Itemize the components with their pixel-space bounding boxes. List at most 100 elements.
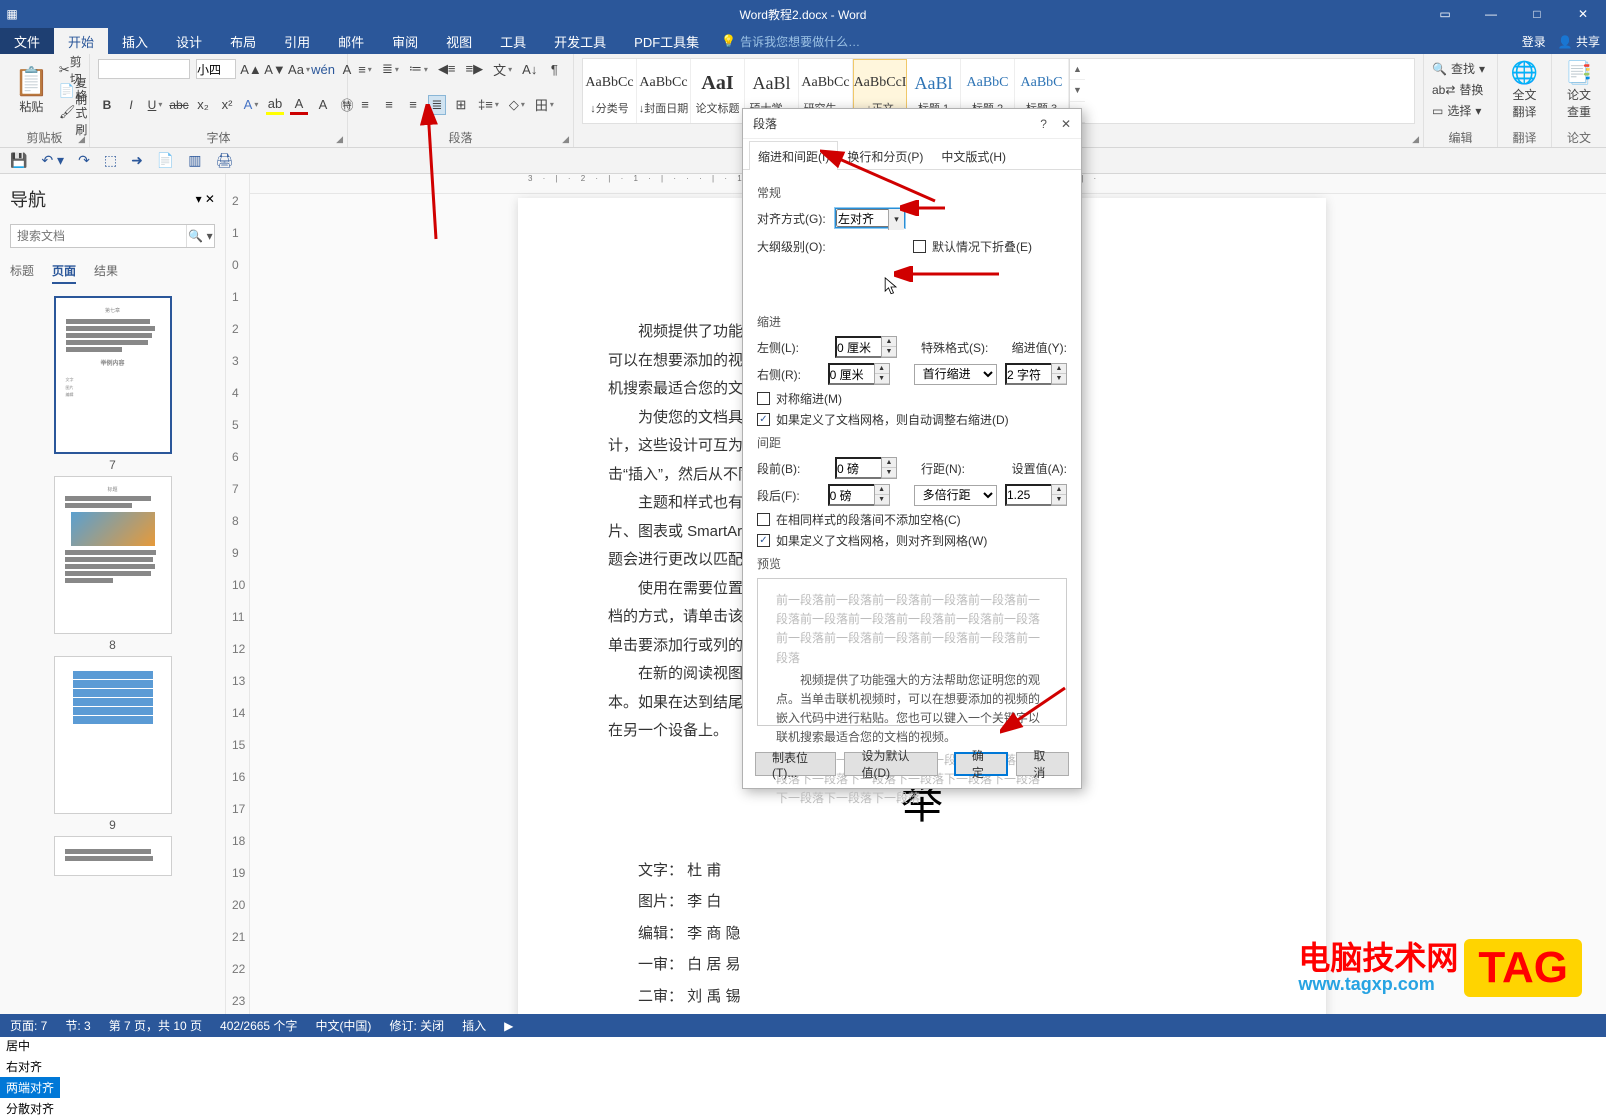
qat-redo-icon[interactable]: ↷ bbox=[78, 152, 90, 169]
indent-value-spinner[interactable]: ▲▼ bbox=[1005, 363, 1067, 385]
highlight-icon[interactable]: ab bbox=[266, 95, 284, 115]
paste-button[interactable]: 📋粘贴 bbox=[8, 58, 55, 124]
status-page-of[interactable]: 第 7 页，共 10 页 bbox=[109, 1017, 202, 1034]
nav-search-input[interactable] bbox=[11, 225, 186, 247]
decrease-indent-icon[interactable]: ◀≡ bbox=[436, 59, 458, 79]
sort-icon[interactable]: A↓ bbox=[520, 59, 539, 79]
auto-adjust-indent-checkbox[interactable]: ✓如果定义了文档网格，则自动调整右缩进(D) bbox=[757, 411, 1067, 428]
cancel-button[interactable]: 取消 bbox=[1016, 752, 1069, 776]
increase-indent-icon[interactable]: ≡▶ bbox=[464, 59, 486, 79]
borders-icon[interactable]: 田▾ bbox=[533, 95, 556, 115]
style-item[interactable]: AaI论文标题 bbox=[691, 59, 745, 123]
set-value-spinner[interactable]: ▲▼ bbox=[1005, 484, 1067, 506]
subscript-button[interactable]: x₂ bbox=[194, 95, 212, 115]
page-thumbnail-9[interactable] bbox=[54, 656, 172, 814]
tab-review[interactable]: 审阅 bbox=[378, 28, 432, 54]
tell-me-search[interactable]: 💡告诉我您想要做什么… bbox=[721, 28, 860, 54]
select-button[interactable]: ▭ 选择 ▾ bbox=[1432, 100, 1489, 121]
left-indent-spinner[interactable]: ▲▼ bbox=[835, 336, 897, 358]
body-text[interactable]: 编辑： 李 商 隐 bbox=[638, 918, 1236, 950]
body-text[interactable]: 文字： 杜 甫 bbox=[638, 855, 1236, 887]
dialog-tab-asian[interactable]: 中文版式(H) bbox=[932, 141, 1015, 170]
asian-layout-icon[interactable]: 文▾ bbox=[491, 59, 514, 79]
paragraph-launcher-icon[interactable]: ◢ bbox=[562, 134, 569, 145]
tab-view[interactable]: 视图 bbox=[432, 28, 486, 54]
tab-tools[interactable]: 工具 bbox=[486, 28, 540, 54]
qat-print-icon[interactable]: 🖨 bbox=[215, 152, 233, 169]
nav-dropdown-icon[interactable]: ▾ ✕ bbox=[196, 192, 215, 206]
ribbon-options-icon[interactable]: ▭ bbox=[1422, 0, 1468, 28]
tab-pdf[interactable]: PDF工具集 bbox=[620, 28, 713, 54]
nav-tab-headings[interactable]: 标题 bbox=[10, 262, 34, 284]
dialog-help-icon[interactable]: ? bbox=[1040, 117, 1047, 131]
multilevel-list-icon[interactable]: ≔▾ bbox=[407, 59, 430, 79]
distribute-icon[interactable]: ⊞ bbox=[452, 95, 470, 115]
replace-button[interactable]: ab⇄ 替换 bbox=[1432, 79, 1489, 100]
maximize-button[interactable]: □ bbox=[1514, 0, 1560, 28]
body-text[interactable]: 图片： 李 白 bbox=[638, 886, 1236, 918]
nav-tab-results[interactable]: 结果 bbox=[94, 262, 118, 284]
tab-layout[interactable]: 布局 bbox=[216, 28, 270, 54]
style-item[interactable]: AaBbCc↓分类号 bbox=[583, 59, 637, 123]
special-format-select[interactable]: 首行缩进 bbox=[914, 364, 997, 385]
styles-down-icon[interactable]: ▼ bbox=[1070, 80, 1085, 101]
shading-icon[interactable]: ◇▾ bbox=[507, 95, 527, 115]
ok-button[interactable]: 确定 bbox=[954, 752, 1009, 776]
status-track-changes[interactable]: 修订: 关闭 bbox=[389, 1017, 444, 1034]
page-thumbnail-7[interactable]: 第七章 举例内容 文字图片编辑 bbox=[54, 296, 172, 454]
dialog-close-icon[interactable]: ✕ bbox=[1061, 117, 1071, 131]
status-pages[interactable]: 页面: 7 bbox=[10, 1017, 47, 1034]
close-window-button[interactable]: ✕ bbox=[1560, 0, 1606, 28]
align-center-icon[interactable]: ≡ bbox=[380, 95, 398, 115]
format-painter-button[interactable]: 🖌 格式刷 bbox=[57, 102, 90, 122]
collapse-checkbox[interactable]: 默认情况下折叠(E) bbox=[913, 238, 1032, 255]
status-language[interactable]: 中文(中国) bbox=[315, 1017, 371, 1034]
superscript-button[interactable]: x² bbox=[218, 95, 236, 115]
align-right-icon[interactable]: ≡ bbox=[404, 95, 422, 115]
alignment-option-center[interactable]: 居中 bbox=[0, 1035, 60, 1056]
after-spacing-spinner[interactable]: ▲▼ bbox=[828, 484, 890, 506]
no-space-checkbox[interactable]: 在相同样式的段落间不添加空格(C) bbox=[757, 511, 1067, 528]
nav-tab-pages[interactable]: 页面 bbox=[52, 262, 76, 284]
qat-icon[interactable]: ➜ bbox=[131, 152, 143, 169]
justify-icon[interactable]: ≣ bbox=[428, 95, 446, 115]
page-thumbnail-10[interactable] bbox=[54, 836, 172, 876]
styles-launcher-icon[interactable]: ◢ bbox=[1412, 134, 1419, 145]
clipboard-launcher-icon[interactable]: ◢ bbox=[78, 134, 85, 145]
body-text[interactable]: 一审： 白 居 易 bbox=[638, 949, 1236, 981]
find-button[interactable]: 🔍 查找 ▾ bbox=[1432, 58, 1489, 79]
show-marks-icon[interactable]: ¶ bbox=[545, 59, 563, 79]
status-macro-icon[interactable]: ▶ bbox=[504, 1019, 513, 1033]
change-case-icon[interactable]: Aa▾ bbox=[290, 59, 308, 79]
qat-icon[interactable]: ▥ bbox=[188, 152, 201, 169]
font-name-input[interactable] bbox=[98, 59, 190, 79]
tab-home[interactable]: 开始 bbox=[54, 28, 108, 54]
phonetic-guide-icon[interactable]: wén bbox=[314, 59, 332, 79]
font-color-icon[interactable]: A bbox=[290, 95, 308, 115]
text-effects-icon[interactable]: A▾ bbox=[242, 95, 260, 115]
italic-button[interactable]: I bbox=[122, 95, 140, 115]
tab-references[interactable]: 引用 bbox=[270, 28, 324, 54]
tab-insert[interactable]: 插入 bbox=[108, 28, 162, 54]
tab-file[interactable]: 文件 bbox=[0, 28, 54, 54]
alignment-option-right[interactable]: 右对齐 bbox=[0, 1056, 60, 1077]
before-spacing-spinner[interactable]: ▲▼ bbox=[835, 457, 897, 479]
tabstops-button[interactable]: 制表位(T)... bbox=[755, 752, 836, 776]
underline-button[interactable]: U▾ bbox=[146, 95, 164, 115]
char-shading-icon[interactable]: A bbox=[314, 95, 332, 115]
bullets-icon[interactable]: ≡▾ bbox=[356, 59, 374, 79]
qat-new-icon[interactable]: 📄 bbox=[157, 152, 174, 169]
thesis-check-button[interactable]: 📑论文 查重 bbox=[1560, 58, 1598, 124]
status-word-count[interactable]: 402/2665 个字 bbox=[220, 1017, 297, 1034]
share-button[interactable]: 👤 共享 bbox=[1558, 33, 1600, 50]
line-spacing-select[interactable]: 多倍行距 bbox=[914, 485, 997, 506]
alignment-combo[interactable]: ▾ bbox=[835, 208, 905, 228]
translate-button[interactable]: 🌐全文 翻译 bbox=[1506, 58, 1543, 124]
status-sections[interactable]: 节: 3 bbox=[65, 1017, 90, 1034]
body-text[interactable]: 二审： 刘 禹 锡 bbox=[638, 981, 1236, 1013]
alignment-option-distribute[interactable]: 分散对齐 bbox=[0, 1098, 60, 1119]
grow-font-icon[interactable]: A▲ bbox=[242, 59, 260, 79]
qat-undo-icon[interactable]: ↶ ▾ bbox=[41, 152, 64, 169]
right-indent-spinner[interactable]: ▲▼ bbox=[828, 363, 890, 385]
font-size-input[interactable] bbox=[196, 59, 236, 79]
